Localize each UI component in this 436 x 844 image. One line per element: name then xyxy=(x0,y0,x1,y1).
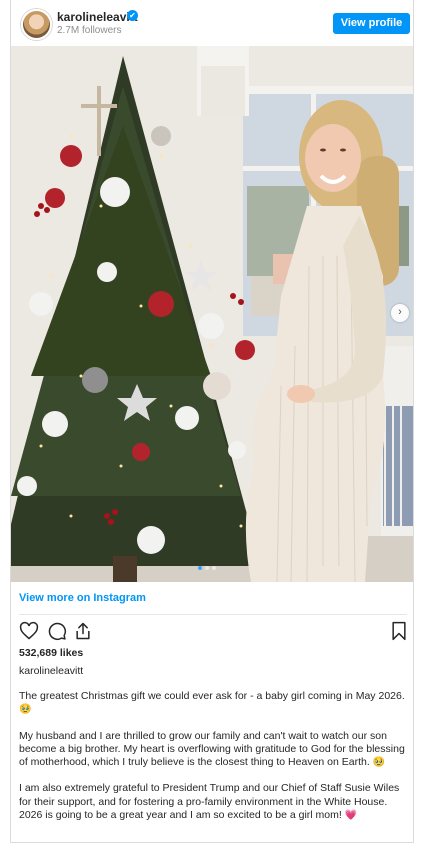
carousel-dot xyxy=(198,566,202,570)
caption-paragraph: The greatest Christmas gift we could eve… xyxy=(19,690,409,717)
heart-icon[interactable] xyxy=(19,621,39,641)
view-profile-button[interactable]: View profile xyxy=(333,13,410,34)
share-icon[interactable] xyxy=(73,621,93,641)
emoji-icon: 💗 xyxy=(344,810,358,822)
caption-paragraph-text: My husband and I are thrilled to grow ou… xyxy=(19,729,405,769)
carousel-next-button[interactable]: › xyxy=(391,304,409,322)
view-more-link[interactable]: View more on Instagram xyxy=(19,592,146,604)
caption-paragraph: I am also extremely grateful to Presiden… xyxy=(19,782,409,822)
instagram-embed-card: karolineleavitt ✔ 2.7M followers View pr… xyxy=(10,0,414,843)
caption-paragraph: My husband and I are thrilled to grow ou… xyxy=(19,730,409,770)
post-header: karolineleavitt ✔ 2.7M followers View pr… xyxy=(11,0,413,46)
likes-count[interactable]: 532,689 likes xyxy=(19,647,83,659)
caption-username[interactable]: karolineleavitt xyxy=(19,665,83,677)
divider xyxy=(19,614,407,615)
caption-paragraph-text: The greatest Christmas gift we could eve… xyxy=(19,690,405,702)
comment-icon[interactable] xyxy=(47,621,67,641)
carousel-dot xyxy=(212,566,216,570)
bookmark-icon[interactable] xyxy=(389,621,409,641)
caption-paragraph-text: I am also extremely grateful to Presiden… xyxy=(19,782,400,822)
post-photo[interactable]: › xyxy=(11,46,413,582)
carousel-dot xyxy=(205,566,209,570)
emoji-icon: 🥹 xyxy=(372,757,386,769)
follower-count: 2.7M followers xyxy=(57,25,122,36)
avatar[interactable] xyxy=(21,9,52,40)
username-link[interactable]: karolineleavitt xyxy=(57,10,138,24)
verified-badge-icon: ✔ xyxy=(127,10,138,21)
emoji-icon: 🥹 xyxy=(19,704,32,716)
caption-text: The greatest Christmas gift we could eve… xyxy=(19,690,409,835)
post-image-illustration xyxy=(11,46,413,582)
